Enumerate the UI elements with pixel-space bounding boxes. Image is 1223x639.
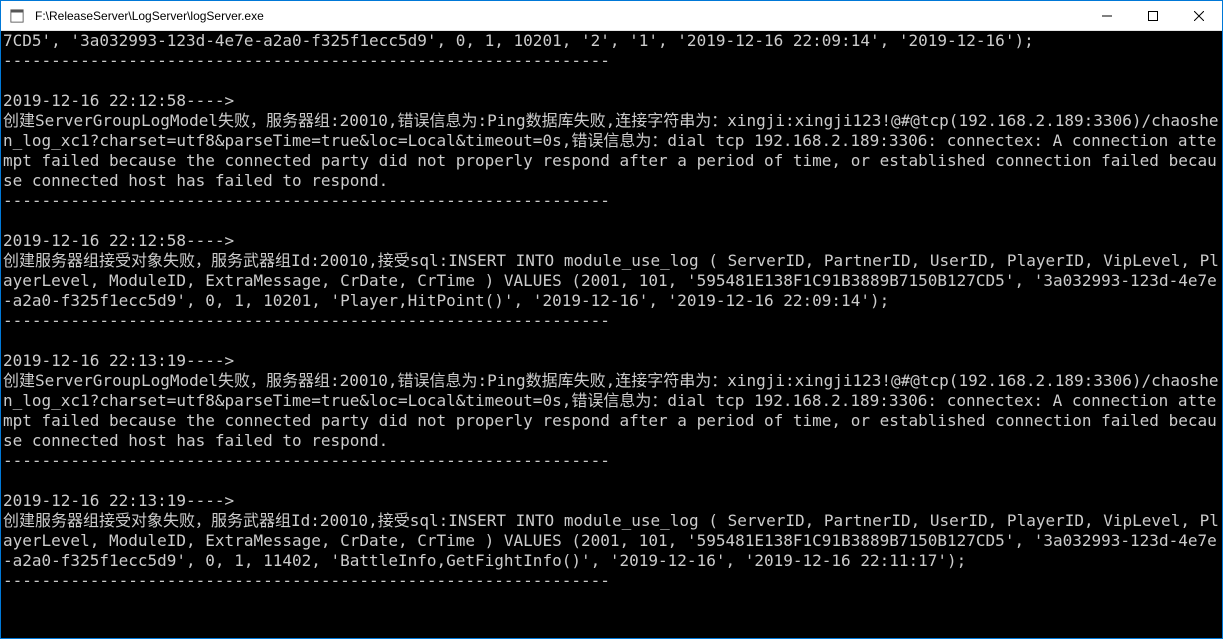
console-line: ----------------------------------------… bbox=[3, 311, 1220, 331]
console-line bbox=[3, 71, 1220, 91]
console-output[interactable]: 7CD5', '3a032993-123d-4e7e-a2a0-f325f1ec… bbox=[1, 31, 1222, 638]
console-line: 创建ServerGroupLogModel失败，服务器组:20010,错误信息为… bbox=[3, 371, 1220, 451]
console-line: ----------------------------------------… bbox=[3, 451, 1220, 471]
minimize-button[interactable] bbox=[1084, 1, 1130, 30]
maximize-button[interactable] bbox=[1130, 1, 1176, 30]
console-line: 创建服务器组接受对象失败，服务武器组Id:20010,接受sql:INSERT … bbox=[3, 511, 1220, 571]
console-line bbox=[3, 331, 1220, 351]
console-line: 2019-12-16 22:12:58----> bbox=[3, 91, 1220, 111]
console-line: ----------------------------------------… bbox=[3, 571, 1220, 591]
window-titlebar: F:\ReleaseServer\LogServer\logServer.exe bbox=[1, 1, 1222, 31]
window-title: F:\ReleaseServer\LogServer\logServer.exe bbox=[33, 9, 1084, 23]
window-controls bbox=[1084, 1, 1222, 30]
console-line bbox=[3, 211, 1220, 231]
console-line: 2019-12-16 22:13:19----> bbox=[3, 351, 1220, 371]
app-icon bbox=[9, 8, 25, 24]
close-button[interactable] bbox=[1176, 1, 1222, 30]
console-line: ----------------------------------------… bbox=[3, 51, 1220, 71]
console-line: 创建服务器组接受对象失败，服务武器组Id:20010,接受sql:INSERT … bbox=[3, 251, 1220, 311]
console-line: ----------------------------------------… bbox=[3, 191, 1220, 211]
console-line: 2019-12-16 22:12:58----> bbox=[3, 231, 1220, 251]
console-line bbox=[3, 471, 1220, 491]
console-line: 7CD5', '3a032993-123d-4e7e-a2a0-f325f1ec… bbox=[3, 31, 1220, 51]
console-line: 创建ServerGroupLogModel失败，服务器组:20010,错误信息为… bbox=[3, 111, 1220, 191]
console-line: 2019-12-16 22:13:19----> bbox=[3, 491, 1220, 511]
